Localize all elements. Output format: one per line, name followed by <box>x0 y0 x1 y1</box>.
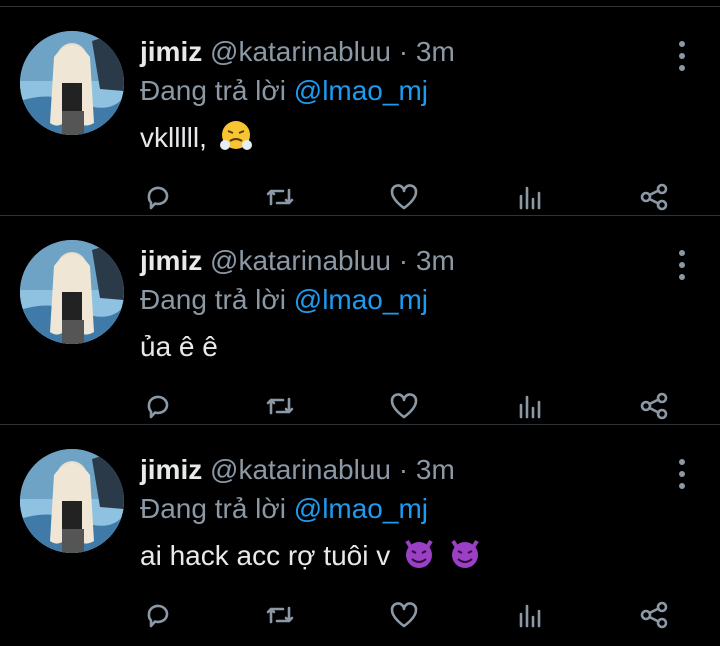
like-icon[interactable] <box>386 179 422 215</box>
reply-mention[interactable]: @lmao_mj <box>294 75 428 106</box>
tweet[interactable]: jimiz @katarinabluu · 3m Đang trả lời @l… <box>0 216 720 425</box>
user-handle[interactable]: @katarinabluu <box>210 36 391 67</box>
timestamp[interactable]: 3m <box>416 245 455 276</box>
share-icon[interactable] <box>636 597 672 633</box>
retweet-icon[interactable] <box>262 597 298 633</box>
reply-prefix: Đang trả lời <box>140 75 286 106</box>
separator: · <box>398 36 409 67</box>
reply-prefix: Đang trả lời <box>140 284 286 315</box>
tweet-body: ai hack acc rợ tuôi v <box>140 540 391 571</box>
user-handle[interactable]: @katarinabluu <box>210 245 391 276</box>
retweet-icon[interactable] <box>262 388 298 424</box>
timestamp[interactable]: 3m <box>416 454 455 485</box>
tweet-body: vklllll, <box>140 122 207 153</box>
separator: · <box>398 245 409 276</box>
avatar[interactable] <box>20 449 124 553</box>
views-icon[interactable] <box>512 388 548 424</box>
more-options-icon[interactable] <box>674 41 690 71</box>
more-options-icon[interactable] <box>674 250 690 280</box>
display-name[interactable]: jimiz <box>140 245 202 276</box>
reply-mention[interactable]: @lmao_mj <box>294 284 428 315</box>
avatar[interactable] <box>20 31 124 135</box>
top-divider <box>0 0 720 7</box>
reply-mention[interactable]: @lmao_mj <box>294 493 428 524</box>
smiling-face-with-horns-emoji <box>402 537 436 581</box>
retweet-icon[interactable] <box>262 179 298 215</box>
avatar[interactable] <box>20 240 124 344</box>
more-options-icon[interactable] <box>674 459 690 489</box>
reply-context: Đang trả lời @lmao_mj <box>140 492 428 526</box>
tweet-body: ủa ê ê <box>140 331 218 362</box>
tweet-header: jimiz @katarinabluu · 3m <box>140 35 660 69</box>
share-icon[interactable] <box>636 388 672 424</box>
tweet-actions <box>140 179 680 215</box>
smiling-face-with-horns-emoji <box>448 537 482 581</box>
reply-prefix: Đang trả lời <box>140 493 286 524</box>
tweet[interactable]: jimiz @katarinabluu · 3m Đang trả lời @l… <box>0 7 720 216</box>
tweet-text: ủa ê ê <box>140 328 218 366</box>
tweet-header: jimiz @katarinabluu · 3m <box>140 453 660 487</box>
face-with-steam-from-nose-emoji <box>219 119 253 163</box>
tweet-text: ai hack acc rợ tuôi v <box>140 537 482 581</box>
share-icon[interactable] <box>636 179 672 215</box>
tweet-text: vklllll, <box>140 119 253 163</box>
views-icon[interactable] <box>512 179 548 215</box>
separator: · <box>398 454 409 485</box>
like-icon[interactable] <box>386 597 422 633</box>
timestamp[interactable]: 3m <box>416 36 455 67</box>
reply-icon[interactable] <box>140 597 176 633</box>
tweet-actions <box>140 388 680 424</box>
display-name[interactable]: jimiz <box>140 36 202 67</box>
reply-context: Đang trả lời @lmao_mj <box>140 283 428 317</box>
reply-icon[interactable] <box>140 179 176 215</box>
display-name[interactable]: jimiz <box>140 454 202 485</box>
like-icon[interactable] <box>386 388 422 424</box>
tweet[interactable]: jimiz @katarinabluu · 3m Đang trả lời @l… <box>0 425 720 634</box>
tweet-header: jimiz @katarinabluu · 3m <box>140 244 660 278</box>
reply-icon[interactable] <box>140 388 176 424</box>
tweet-actions <box>140 597 680 633</box>
user-handle[interactable]: @katarinabluu <box>210 454 391 485</box>
views-icon[interactable] <box>512 597 548 633</box>
reply-context: Đang trả lời @lmao_mj <box>140 74 428 108</box>
